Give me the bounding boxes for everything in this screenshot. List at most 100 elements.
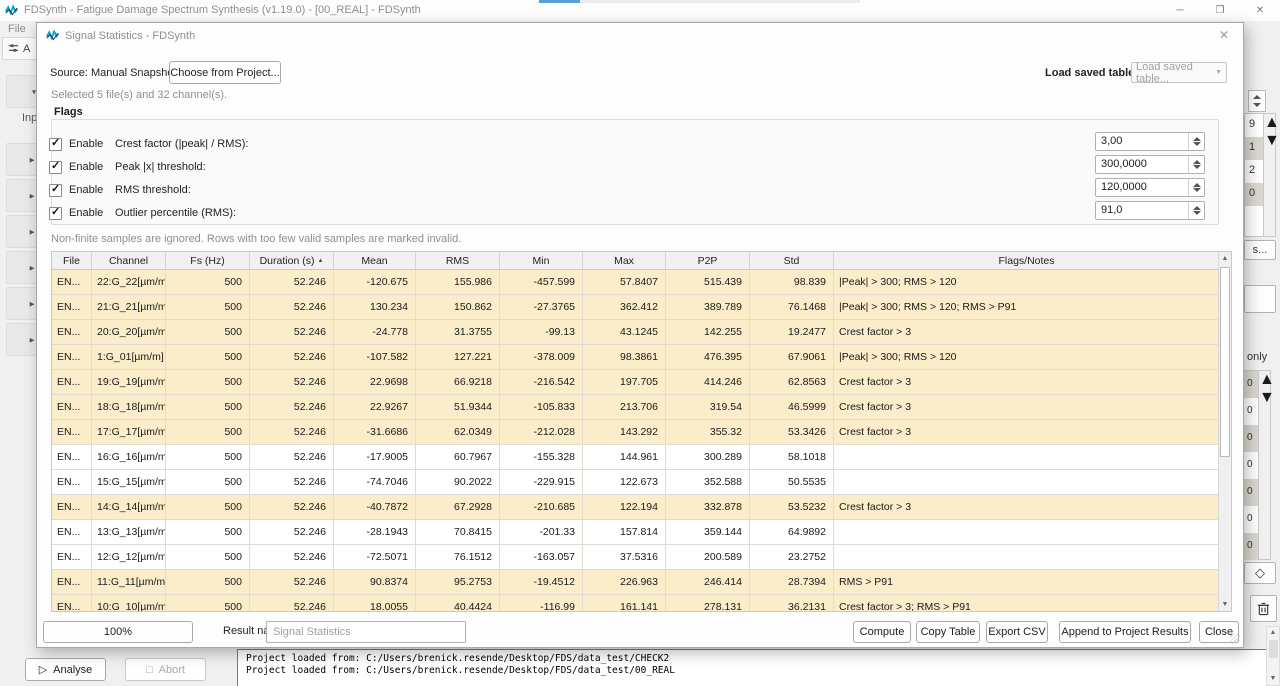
export-csv-button[interactable]: Export CSV	[986, 621, 1048, 643]
table-row[interactable]: EN...10:G_10[µm/m]50052.24618.005540.442…	[52, 595, 1231, 612]
eraser-button[interactable]: ◇	[1244, 562, 1276, 584]
cell-duration: 52.246	[250, 320, 334, 344]
sidebar-collapsed-panel[interactable]: ►	[6, 287, 40, 320]
result-name-input[interactable]: Signal Statistics	[266, 621, 466, 643]
list-item[interactable]: 0	[1245, 183, 1264, 206]
scroll-down-icon[interactable]: ▼	[1259, 389, 1270, 407]
list-item[interactable]: 9	[1245, 114, 1264, 137]
console-scrollbar[interactable]: ▲ ▼	[1266, 626, 1280, 686]
rms-threshold-spinbox[interactable]: 120,0000	[1095, 178, 1205, 197]
trash-button[interactable]	[1250, 595, 1277, 622]
scroll-up-icon[interactable]: ▲	[1259, 371, 1270, 389]
scroll-up-icon[interactable]: ▲	[1219, 252, 1231, 265]
outlier-percentile-spinbox[interactable]: 91,0	[1095, 201, 1205, 220]
cell-min: -99.13	[500, 320, 583, 344]
table-row[interactable]: EN...15:G_15[µm/m]50052.246-74.704690.20…	[52, 470, 1231, 495]
maximize-button[interactable]: ❐	[1206, 2, 1234, 19]
list-item[interactable]: 0	[1244, 479, 1258, 506]
spinner-arrows-icon[interactable]	[1188, 156, 1204, 173]
analyse-button[interactable]: ▷ Analyse	[25, 658, 106, 681]
log-console[interactable]: Project loaded from: C:/Users/brenick.re…	[237, 649, 1266, 686]
abort-button[interactable]: □ Abort	[125, 658, 206, 681]
table-row[interactable]: EN...1:G_01[µm/m]50052.246-107.582127.22…	[52, 345, 1231, 370]
rms-threshold-checkbox[interactable]: ✓	[49, 184, 62, 197]
dialog-close-icon[interactable]: ✕	[1215, 28, 1233, 42]
column-header-fs[interactable]: Fs (Hz)	[166, 252, 250, 269]
scroll-up-icon[interactable]: ▲	[1267, 627, 1279, 639]
column-header-min[interactable]: Min	[500, 252, 583, 269]
cell-p2p: 476.395	[666, 345, 750, 369]
right-spinbox-fragment[interactable]	[1248, 90, 1266, 112]
column-header-flags[interactable]: Flags/Notes	[834, 252, 1220, 269]
compute-button[interactable]: Compute	[853, 621, 911, 643]
spinner-arrows-icon[interactable]	[1188, 179, 1204, 196]
column-header-max[interactable]: Max	[583, 252, 666, 269]
column-header-std[interactable]: Std	[750, 252, 834, 269]
right-partial-button-2[interactable]	[1244, 285, 1276, 313]
outlier-percentile-checkbox[interactable]: ✓	[49, 207, 62, 220]
append-to-project-results-button[interactable]: Append to Project Results	[1059, 621, 1191, 643]
table-row[interactable]: EN...11:G_11[µm/m]50052.24690.837495.275…	[52, 570, 1231, 595]
table-row[interactable]: EN...13:G_13[µm/m]50052.246-28.194370.84…	[52, 520, 1231, 545]
close-button[interactable]: ✕	[1246, 2, 1274, 19]
right-lower-list[interactable]: 0000000	[1244, 370, 1258, 560]
column-header-file[interactable]: File	[52, 252, 92, 269]
list-item[interactable]: 2	[1245, 160, 1264, 183]
table-row[interactable]: EN...16:G_16[µm/m]50052.246-17.900560.79…	[52, 445, 1231, 470]
column-header-p2p[interactable]: P2P	[666, 252, 750, 269]
sidebar-collapsed-panel[interactable]: ►	[6, 143, 40, 176]
load-saved-table-combo[interactable]: Load saved table... ▼	[1131, 62, 1227, 83]
right-partial-button-label: s...	[1253, 244, 1268, 256]
choose-from-project-button[interactable]: Choose from Project...	[169, 61, 281, 84]
column-header-mean[interactable]: Mean	[334, 252, 416, 269]
sidebar-collapsed-panel[interactable]: ►	[6, 323, 40, 356]
spinner-arrows-icon[interactable]	[1188, 202, 1204, 219]
table-scrollbar[interactable]: ▲ ▼	[1218, 252, 1231, 611]
peak-threshold-checkbox[interactable]: ✓	[49, 161, 62, 174]
table-row[interactable]: EN...19:G_19[µm/m]50052.24622.969866.921…	[52, 370, 1231, 395]
column-header-rms[interactable]: RMS	[416, 252, 500, 269]
list-item[interactable]: 0	[1244, 533, 1258, 560]
scroll-down-icon[interactable]: ▼	[1267, 673, 1279, 685]
zoom-level-button[interactable]: 100%	[43, 621, 193, 643]
list-item[interactable]: 0	[1244, 506, 1258, 533]
tab-analyse[interactable]: A	[2, 37, 40, 60]
sidebar-dropdown[interactable]: ▾	[6, 75, 40, 108]
list-item[interactable]: 1	[1245, 137, 1264, 160]
column-header-channel[interactable]: Channel	[92, 252, 166, 269]
list-item[interactable]: 0	[1244, 452, 1258, 479]
table-row[interactable]: EN...17:G_17[µm/m]50052.246-31.668662.03…	[52, 420, 1231, 445]
sidebar-collapsed-panel[interactable]: ►	[6, 215, 40, 248]
resize-grip[interactable]	[1230, 634, 1240, 644]
copy-table-button[interactable]: Copy Table	[916, 621, 980, 643]
table-row[interactable]: EN...21:G_21[µm/m]50052.246130.234150.86…	[52, 295, 1231, 320]
table-row[interactable]: EN...14:G_14[µm/m]50052.246-40.787267.29…	[52, 495, 1231, 520]
sidebar-collapsed-panel[interactable]: ►	[6, 251, 40, 284]
spinner-arrows-icon[interactable]	[1188, 133, 1204, 150]
crest-factor-spinbox[interactable]: 3,00	[1095, 132, 1205, 151]
list-item[interactable]: 0	[1244, 425, 1258, 452]
scroll-down-icon[interactable]: ▼	[1264, 132, 1275, 150]
cell-max: 213.706	[583, 395, 666, 419]
table-row[interactable]: EN...22:G_22[µm/m]50052.246-120.675155.9…	[52, 270, 1231, 295]
scrollbar-thumb[interactable]	[1269, 640, 1278, 658]
scroll-down-icon[interactable]: ▼	[1219, 598, 1231, 611]
scroll-up-icon[interactable]: ▲	[1264, 114, 1275, 132]
right-lower-scrollbar[interactable]: ▲ ▼	[1258, 370, 1271, 560]
peak-threshold-spinbox[interactable]: 300,0000	[1095, 155, 1205, 174]
right-partial-button[interactable]: s...	[1244, 240, 1276, 260]
table-row[interactable]: EN...18:G_18[µm/m]50052.24622.926751.934…	[52, 395, 1231, 420]
list-item[interactable]: 0	[1244, 398, 1258, 425]
menu-file[interactable]: File	[8, 23, 26, 35]
table-row[interactable]: EN...12:G_12[µm/m]50052.246-72.507176.15…	[52, 545, 1231, 570]
crest-factor-checkbox[interactable]: ✓	[49, 138, 62, 151]
right-upper-list[interactable]: 9120	[1244, 113, 1264, 237]
minimize-button[interactable]: ─	[1166, 2, 1194, 19]
right-upper-scrollbar[interactable]: ▲ ▼	[1263, 113, 1276, 237]
scrollbar-thumb[interactable]	[1220, 267, 1230, 457]
table-row[interactable]: EN...20:G_20[µm/m]50052.246-24.77831.375…	[52, 320, 1231, 345]
sidebar-collapsed-panel[interactable]: ►	[6, 179, 40, 212]
column-header-duration[interactable]: Duration (s)▲	[250, 252, 334, 269]
list-item[interactable]: 0	[1244, 371, 1258, 398]
cell-file: EN...	[52, 570, 92, 594]
